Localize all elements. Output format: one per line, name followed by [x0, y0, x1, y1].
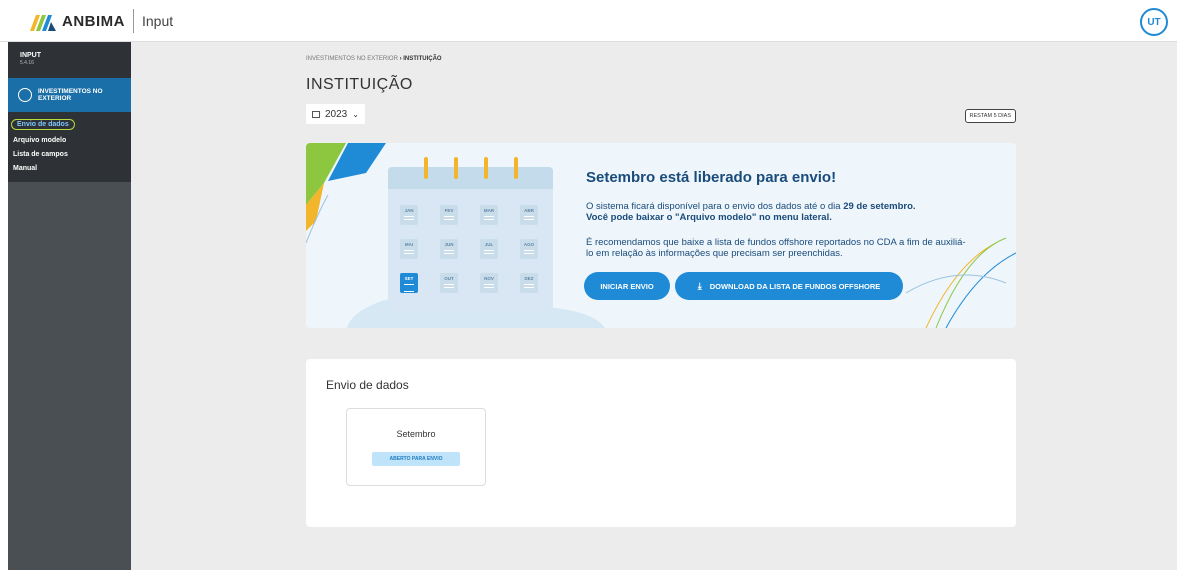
calendar-month-abr: ABR	[520, 205, 538, 225]
chevron-down-icon: ⌄	[352, 109, 359, 119]
sidebar-item-envio-de-dados[interactable]: Envio de dados	[8, 116, 131, 134]
sidebar-item-label: Envio de dados	[11, 119, 75, 130]
calendar-icon	[312, 110, 320, 118]
banner-tip: Você pode baixar o "Arquivo modelo" no m…	[586, 212, 832, 223]
download-button-label: DOWNLOAD DA LISTA DE FUNDOS OFFSHORE	[709, 281, 881, 291]
download-offshore-list-button[interactable]: ⤓ DOWNLOAD DA LISTA DE FUNDOS OFFSHORE	[675, 272, 903, 300]
calendar-month-mar: MAR	[480, 205, 498, 225]
banner-title: Setembro está liberado para envio!	[586, 169, 837, 186]
year-value: 2023	[325, 108, 348, 120]
sidebar-item-manual[interactable]: Manual	[8, 162, 131, 176]
calendar-month-mai: MAI	[400, 239, 418, 259]
user-avatar[interactable]: UT	[1140, 8, 1168, 36]
sidebar-container: INPUT 5.4.16 INVESTIMENTOS NO EXTERIOR E…	[0, 42, 131, 570]
breadcrumb-parent[interactable]: INVESTIMENTOS NO EXTERIOR	[306, 56, 398, 62]
sidebar-version: 5.4.16	[20, 60, 34, 66]
year-select[interactable]: 2023 ⌄	[306, 104, 365, 124]
logo-divider	[133, 9, 134, 33]
toolbar: 2023 ⌄ RESTAM 5 DIAS	[306, 104, 1016, 126]
banner-text: O sistema ficará disponível para o envio…	[586, 201, 844, 212]
download-icon: ⤓	[697, 280, 702, 291]
envio-card-title: Envio de dados	[326, 378, 409, 392]
calendar-month-jul: JUL	[480, 239, 498, 259]
brand-name: ANBIMA	[62, 12, 125, 30]
calendar-month-dez: DEZ	[520, 273, 538, 293]
banner-paragraph-1: O sistema ficará disponível para o envio…	[586, 201, 966, 223]
calendar-month-set: SET	[400, 273, 418, 293]
calendar-month-out: OUT	[440, 273, 458, 293]
calendar-month-nov: NOV	[480, 273, 498, 293]
days-remaining-badge: RESTAM 5 DIAS	[964, 109, 1016, 123]
sidebar-item-lista-de-campos[interactable]: Lista de campos	[8, 148, 131, 162]
page-title: INSTITUIÇÃO	[306, 76, 413, 93]
breadcrumb: INVESTIMENTOS NO EXTERIOR › INSTITUIÇÃO	[306, 56, 1016, 62]
sidebar-section-investimentos[interactable]: INVESTIMENTOS NO EXTERIOR	[8, 78, 131, 112]
globe-icon	[18, 88, 32, 102]
app-name: Input	[142, 13, 174, 29]
calendar-month-fev: FEV	[440, 205, 458, 225]
sidebar-menu: Envio de dados Arquivo modelo Lista de c…	[8, 112, 131, 182]
breadcrumb-current: INSTITUIÇÃO	[403, 56, 442, 62]
main-content: INVESTIMENTOS NO EXTERIOR › INSTITUIÇÃO …	[306, 42, 1016, 527]
calendar-month-jun: JUN	[440, 239, 458, 259]
sidebar: INPUT 5.4.16 INVESTIMENTOS NO EXTERIOR E…	[8, 42, 131, 570]
sidebar-header: INPUT 5.4.16	[8, 42, 131, 78]
sidebar-item-arquivo-modelo[interactable]: Arquivo modelo	[8, 134, 131, 148]
status-badge[interactable]: ABERTO PARA ENVIO	[372, 452, 460, 466]
top-bar: ANBIMA Input UT	[0, 0, 1177, 42]
month-card-setembro[interactable]: Setembro ABERTO PARA ENVIO	[346, 408, 486, 486]
release-banner: JAN FEV MAR ABR MAI JUN JUL AGO SET OUT NOV DEZ Set…	[306, 143, 1016, 328]
calendar-month-ago: AGO	[520, 239, 538, 259]
logo[interactable]: ANBIMA Input	[30, 9, 173, 33]
envio-card: Envio de dados Setembro ABERTO PARA ENVI…	[306, 359, 1016, 527]
calendar-month-jan: JAN	[400, 205, 418, 225]
banner-paragraph-2: É recomendamos que baixe a lista de fund…	[586, 237, 966, 259]
anbima-logo-icon	[30, 11, 56, 31]
breadcrumb-separator: ›	[399, 56, 402, 62]
calendar-illustration: JAN FEV MAR ABR MAI JUN JUL AGO SET OUT NOV DEZ	[388, 157, 553, 312]
month-name: Setembro	[396, 429, 436, 439]
calendar-header	[388, 167, 553, 189]
banner-date: 29 de setembro.	[843, 201, 916, 212]
sidebar-section-label: INVESTIMENTOS NO EXTERIOR	[38, 88, 103, 102]
sidebar-title: INPUT	[20, 52, 41, 59]
start-upload-button[interactable]: INICIAR ENVIO	[584, 272, 670, 300]
